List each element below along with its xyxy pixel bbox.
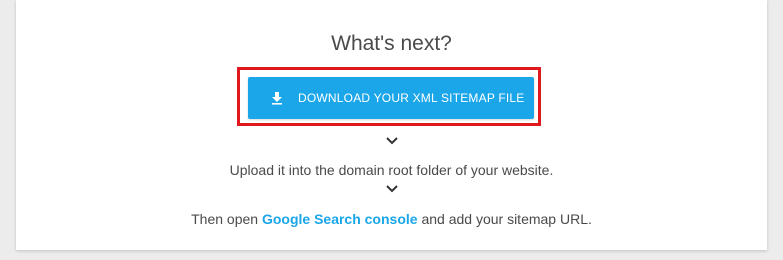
download-icon	[270, 91, 284, 105]
download-sitemap-button[interactable]: DOWNLOAD YOUR XML SITEMAP FILE	[248, 77, 534, 119]
chevron-down-icon	[16, 136, 767, 146]
chevron-down-icon	[16, 184, 767, 194]
page-title: What's next?	[331, 32, 452, 55]
whats-next-card: What's next? DOWNLOAD YOUR XML SITEMAP F…	[16, 0, 767, 250]
instruction-suffix: and add your sitemap URL.	[421, 211, 592, 227]
upload-instruction: Upload it into the domain root folder of…	[229, 162, 554, 178]
instruction-prefix: Then open	[191, 211, 259, 227]
google-search-console-link[interactable]: Google Search console	[262, 211, 418, 227]
download-button-label: DOWNLOAD YOUR XML SITEMAP FILE	[298, 91, 525, 105]
search-console-instruction: Then open Google Search console and add …	[16, 211, 767, 227]
